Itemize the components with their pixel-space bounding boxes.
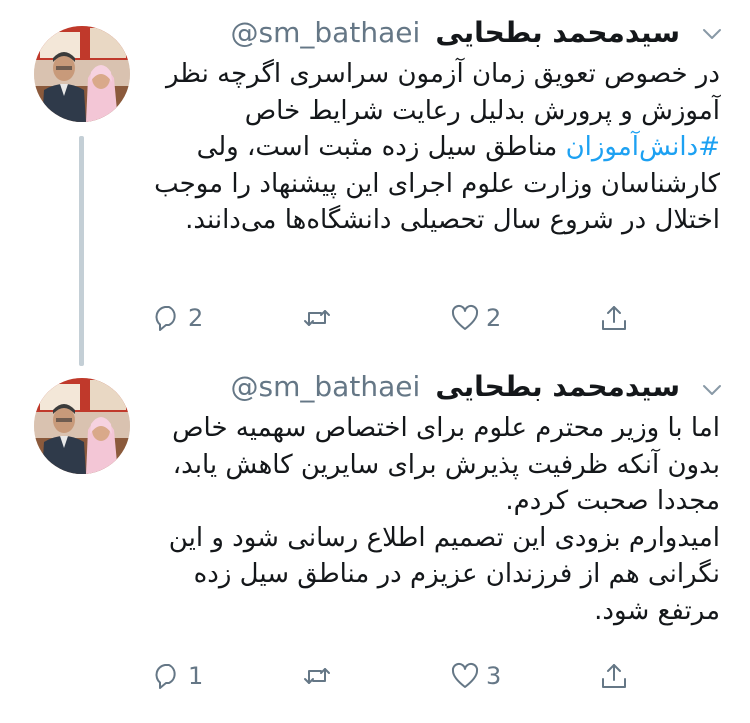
heart-icon xyxy=(450,303,480,333)
tweet-text-part: در خصوص تعویق زمان آزمون سراسری اگرچه نظ… xyxy=(165,59,720,126)
retweet-button[interactable] xyxy=(302,656,338,696)
reply-button[interactable]: 1 xyxy=(152,656,203,696)
chevron-down-icon[interactable] xyxy=(700,22,724,46)
tweet-paragraph: امیدوارم بزودی این تصمیم اطلاع رسانی شود… xyxy=(168,522,720,626)
tweet-header: سیدمحمد بطحایی @sm_bathaei xyxy=(152,370,680,410)
like-button[interactable]: 2 xyxy=(450,298,501,338)
tweet-paragraph: اما با وزیر محترم علوم برای اختصاص سهمیه… xyxy=(172,413,720,516)
reply-count: 1 xyxy=(188,662,204,690)
share-icon xyxy=(599,303,629,333)
like-count: 2 xyxy=(486,304,502,332)
tweet-actions: 2 2 xyxy=(0,298,750,338)
author-handle[interactable]: @sm_bathaei xyxy=(231,370,421,403)
tweet-header: سیدمحمد بطحایی @sm_bathaei xyxy=(152,16,680,56)
author-name[interactable]: سیدمحمد بطحایی xyxy=(435,370,680,403)
avatar[interactable] xyxy=(34,26,130,122)
retweet-icon xyxy=(302,303,332,333)
retweet-button[interactable] xyxy=(302,298,338,338)
share-icon xyxy=(599,661,629,691)
reply-count: 2 xyxy=(188,304,204,332)
tweet[interactable]: سیدمحمد بطحایی @sm_bathaei در خصوص تعویق… xyxy=(0,0,750,366)
hashtag-link[interactable]: #دانش‌آموزان xyxy=(566,132,720,162)
retweet-icon xyxy=(302,661,332,691)
share-button[interactable] xyxy=(599,656,629,696)
avatar[interactable] xyxy=(34,378,130,474)
like-button[interactable]: 3 xyxy=(450,656,501,696)
author-handle[interactable]: @sm_bathaei xyxy=(231,16,421,49)
tweet-text: در خصوص تعویق زمان آزمون سراسری اگرچه نظ… xyxy=(152,56,720,239)
reply-icon xyxy=(152,303,182,333)
tweet[interactable]: سیدمحمد بطحایی @sm_bathaei اما با وزیر م… xyxy=(0,362,750,723)
heart-icon xyxy=(450,661,480,691)
author-name[interactable]: سیدمحمد بطحایی xyxy=(435,16,680,49)
reply-icon xyxy=(152,661,182,691)
tweet-actions: 1 3 xyxy=(0,656,750,696)
like-count: 3 xyxy=(486,662,502,690)
tweet-text: اما با وزیر محترم علوم برای اختصاص سهمیه… xyxy=(152,410,720,629)
reply-button[interactable]: 2 xyxy=(152,298,203,338)
share-button[interactable] xyxy=(599,298,629,338)
chevron-down-icon[interactable] xyxy=(700,378,724,402)
